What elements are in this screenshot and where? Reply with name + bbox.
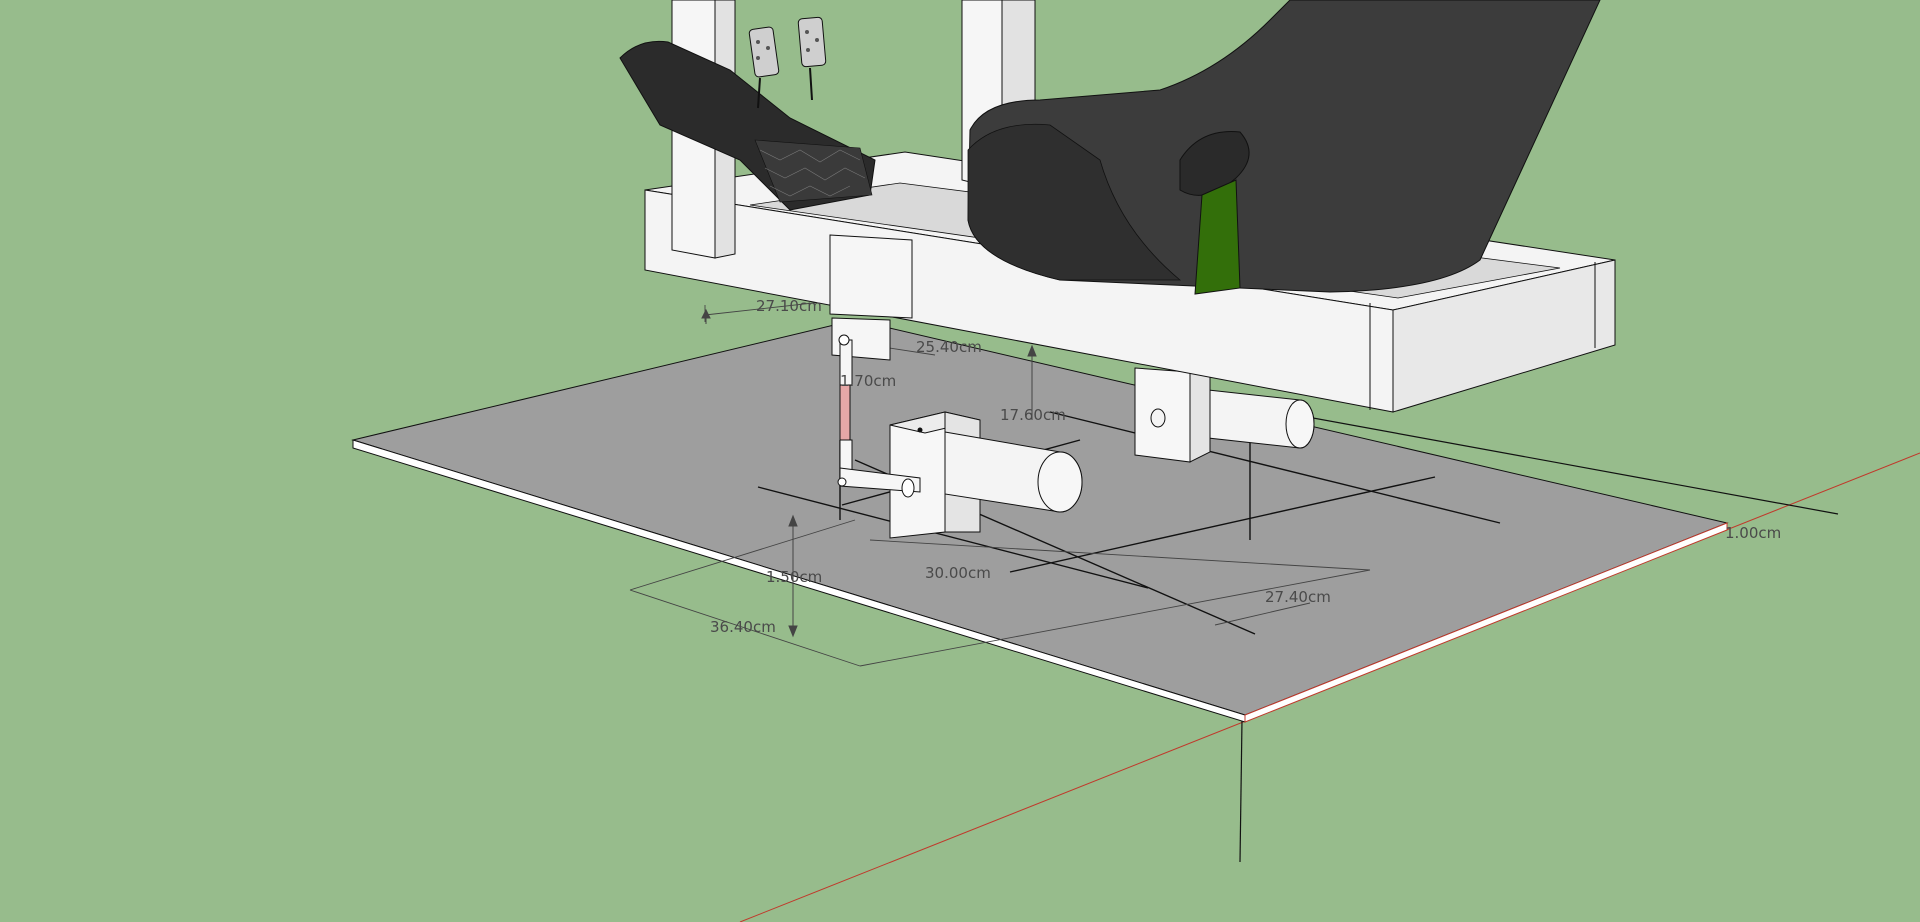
dimension-label-36-40[interactable]: 36.40cm bbox=[710, 618, 776, 636]
dimension-label-17-60[interactable]: 17.60cm bbox=[1000, 406, 1066, 424]
seat-strap[interactable] bbox=[1194, 179, 1241, 295]
dimension-label-30-00[interactable]: 30.00cm bbox=[925, 564, 991, 582]
dimension-label-1-70[interactable]: 1.70cm bbox=[840, 372, 896, 390]
dimension-label-27-10[interactable]: 27.10cm bbox=[756, 297, 822, 315]
modeling-viewport[interactable]: 27.10cm 25.40cm 1.70cm 17.60cm 1.50cm 30… bbox=[0, 0, 1920, 922]
dimension-label-1-50[interactable]: 1.50cm bbox=[766, 568, 822, 586]
dimension-label-1-00[interactable]: 1.00cm bbox=[1725, 524, 1781, 542]
base-plate[interactable] bbox=[351, 319, 1729, 723]
scene-canvas[interactable]: 27.10cm 25.40cm 1.70cm 17.60cm 1.50cm 30… bbox=[0, 0, 1920, 922]
vertical-axis-line bbox=[1239, 719, 1243, 863]
dimension-label-27-40[interactable]: 27.40cm bbox=[1265, 588, 1331, 606]
dimension-label-25-40[interactable]: 25.40cm bbox=[916, 338, 982, 356]
